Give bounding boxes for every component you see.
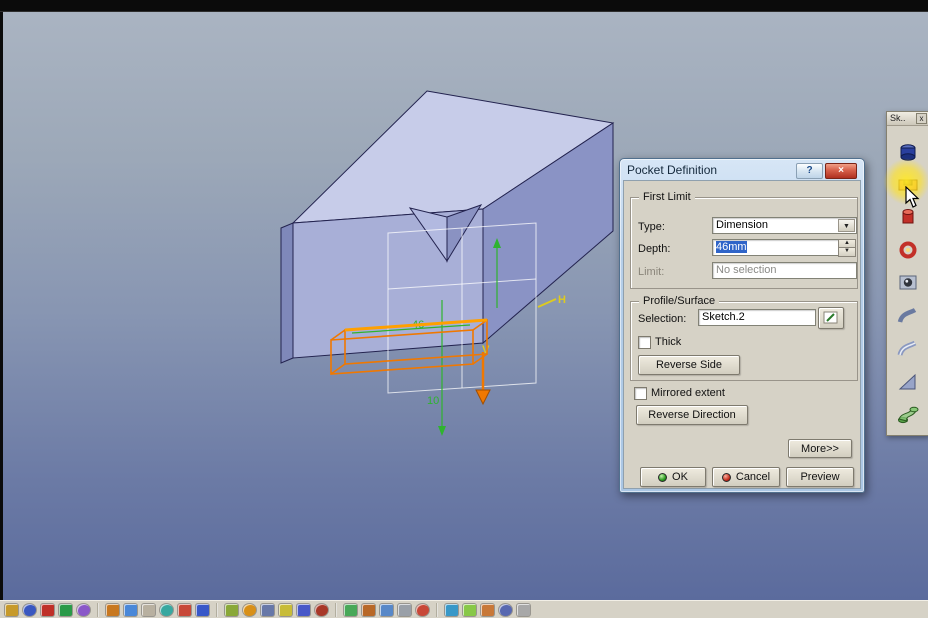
reverse-direction-button[interactable]: Reverse Direction	[636, 405, 748, 425]
edit-sketch-button[interactable]	[818, 307, 844, 329]
ok-label: OK	[672, 471, 688, 483]
stiffener-icon[interactable]	[887, 365, 928, 398]
first-limit-legend: First Limit	[639, 191, 695, 203]
thick-label: Thick	[655, 336, 681, 348]
dimension-depth-label: 10	[427, 395, 439, 407]
type-label: Type:	[638, 221, 665, 233]
selection-label: Selection:	[638, 313, 686, 325]
type-combobox[interactable]: Dimension ▼	[712, 217, 857, 234]
more-button[interactable]: More>>	[788, 439, 852, 458]
shaft-icon[interactable]	[887, 200, 928, 233]
pad-icon[interactable]	[887, 134, 928, 167]
type-value: Dimension	[716, 219, 768, 231]
profile-surface-legend: Profile/Surface	[639, 295, 719, 307]
multi-sections-solid-icon[interactable]	[887, 398, 928, 431]
limit-input[interactable]: No selection	[712, 262, 857, 279]
dialog-body: First Limit Type: Dimension ▼ Depth: 46m…	[623, 180, 861, 489]
bottom-toolbar-icon[interactable]	[344, 604, 357, 616]
depth-input[interactable]: 46mm	[712, 239, 840, 256]
pocket-icon[interactable]	[887, 167, 928, 200]
bottom-toolbar-icon[interactable]	[23, 604, 36, 616]
bottom-toolbar-icon[interactable]	[196, 604, 209, 616]
toolbar-separator	[335, 603, 337, 617]
selection-value: Sketch.2	[702, 311, 745, 323]
cancel-status-icon	[722, 473, 731, 482]
bottom-toolbar-icon[interactable]	[398, 604, 411, 616]
bottom-toolbar-icon[interactable]	[59, 604, 72, 616]
bottom-toolbar-icon[interactable]	[124, 604, 137, 616]
depth-value: 46mm	[716, 241, 747, 253]
palette-close-button[interactable]: x	[916, 113, 927, 124]
bottom-toolbar-icon[interactable]	[362, 604, 375, 616]
bottom-toolbar-icons	[5, 603, 530, 617]
h-axis-label: H	[558, 294, 566, 306]
bottom-toolbar-icon[interactable]	[380, 604, 393, 616]
bottom-toolbar-icon[interactable]	[481, 604, 494, 616]
bottom-toolbar-icon[interactable]	[445, 604, 458, 616]
depth-label: Depth:	[638, 243, 670, 255]
toolbar-separator	[97, 603, 99, 617]
slot-icon[interactable]	[887, 332, 928, 365]
preview-label: Preview	[800, 471, 839, 483]
sketch-based-features-toolbar: Sk.. x	[886, 111, 928, 436]
pocket-definition-dialog: Pocket Definition ? × First Limit Type: …	[619, 158, 865, 493]
preview-button[interactable]: Preview	[786, 467, 854, 487]
bottom-toolbar-icon[interactable]	[160, 604, 173, 616]
limit-label: Limit:	[638, 266, 664, 278]
bottom-toolbar-icon[interactable]	[243, 604, 256, 616]
ok-button[interactable]: OK	[640, 467, 706, 487]
spinner-down-icon[interactable]: ▼	[838, 247, 856, 257]
h-axis-line	[538, 299, 556, 307]
reverse-side-button[interactable]: Reverse Side	[638, 355, 740, 375]
mirrored-extent-checkbox[interactable]	[634, 387, 647, 400]
bottom-toolbar	[0, 600, 928, 618]
palette-title: Sk..	[890, 113, 906, 123]
ok-status-icon	[658, 473, 667, 482]
palette-titlebar[interactable]: Sk.. x	[887, 112, 928, 126]
bottom-toolbar-icon[interactable]	[279, 604, 292, 616]
hole-icon[interactable]	[887, 266, 928, 299]
dialog-close-button[interactable]: ×	[825, 163, 857, 179]
cancel-button[interactable]: Cancel	[712, 467, 780, 487]
bottom-toolbar-icon[interactable]	[106, 604, 119, 616]
bottom-toolbar-icon[interactable]	[499, 604, 512, 616]
depth-spinner[interactable]: ▲ ▼	[838, 239, 854, 256]
bottom-toolbar-icon[interactable]	[297, 604, 310, 616]
bottom-toolbar-icon[interactable]	[517, 604, 530, 616]
dialog-title: Pocket Definition	[627, 163, 717, 177]
window-left-edge	[0, 11, 3, 600]
cancel-label: Cancel	[736, 471, 770, 483]
bottom-toolbar-icon[interactable]	[416, 604, 429, 616]
groove-icon[interactable]	[887, 233, 928, 266]
rib-icon[interactable]	[887, 299, 928, 332]
dialog-help-button[interactable]: ?	[796, 163, 823, 179]
bottom-toolbar-icon[interactable]	[315, 604, 328, 616]
bottom-toolbar-icon[interactable]	[261, 604, 274, 616]
limit-placeholder: No selection	[716, 264, 777, 276]
thick-checkbox[interactable]	[638, 336, 651, 349]
bottom-toolbar-icon[interactable]	[77, 604, 90, 616]
toolbar-separator	[436, 603, 438, 617]
chevron-down-icon[interactable]: ▼	[838, 219, 855, 232]
bottom-toolbar-icon[interactable]	[225, 604, 238, 616]
bottom-toolbar-icon[interactable]	[41, 604, 54, 616]
mirrored-extent-label: Mirrored extent	[651, 387, 725, 399]
bottom-toolbar-icon[interactable]	[463, 604, 476, 616]
bottom-toolbar-icon[interactable]	[178, 604, 191, 616]
palette-icons	[887, 126, 928, 435]
sketch-icon	[823, 311, 839, 325]
toolbar-separator	[216, 603, 218, 617]
bottom-toolbar-icon[interactable]	[5, 604, 18, 616]
window-titlebar[interactable]	[0, 0, 928, 12]
bottom-toolbar-icon[interactable]	[142, 604, 155, 616]
selection-input[interactable]: Sketch.2	[698, 309, 816, 326]
